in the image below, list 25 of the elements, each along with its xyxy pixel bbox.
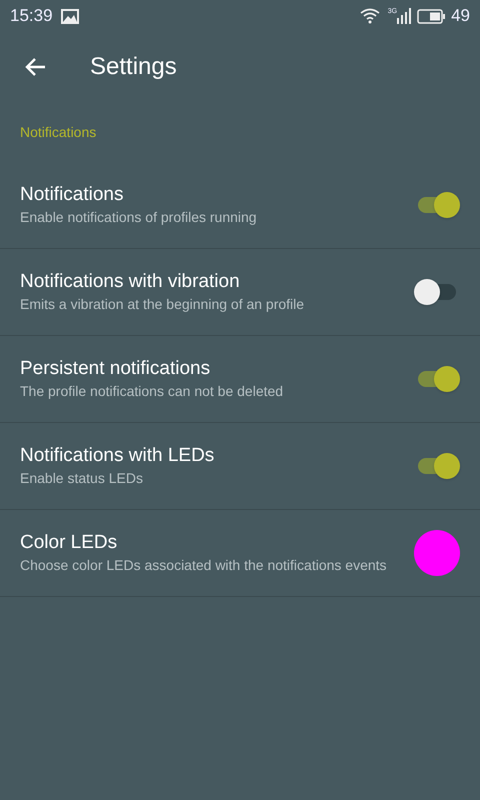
- setting-summary: Choose color LEDs associated with the notifications events: [20, 556, 388, 575]
- signal-icon: [397, 7, 412, 25]
- battery-level: 49: [451, 5, 470, 28]
- back-arrow-icon: [24, 57, 46, 77]
- status-time: 15:39: [10, 5, 53, 28]
- setting-title: Color LEDs: [20, 531, 118, 555]
- setting-row[interactable]: Persistent notifications The profile notifications can not be deleted: [0, 336, 480, 423]
- setting-summary: Emits a vibration at the beginning of an profile: [20, 295, 306, 314]
- setting-row[interactable]: Notifications with LEDs Enable status LEDs: [0, 423, 480, 510]
- wifi-icon: [360, 8, 380, 24]
- color-swatch[interactable]: [414, 530, 460, 576]
- setting-title: Notifications: [20, 183, 124, 207]
- setting-row[interactable]: Color LEDs Choose color LEDs associated with the notifications events: [0, 510, 480, 597]
- section-header: Notifications: [20, 122, 96, 142]
- battery-icon: [417, 8, 446, 24]
- setting-title: Persistent notifications: [20, 357, 212, 381]
- setting-row[interactable]: Notifications Enable notifications of profiles running: [0, 162, 480, 249]
- image-icon: [60, 8, 79, 24]
- setting-summary: Enable status LEDs: [20, 469, 144, 488]
- setting-row[interactable]: Notifications with vibration Emits a vibration at the beginning of an profile: [0, 249, 480, 336]
- setting-summary: Enable notifications of profiles running: [20, 208, 258, 227]
- setting-title: Notifications with LEDs: [20, 444, 216, 468]
- setting-title: Notifications with vibration: [20, 270, 241, 294]
- setting-summary: The profile notifications can not be deleted: [20, 382, 284, 401]
- toolbar-title: Settings: [90, 52, 177, 82]
